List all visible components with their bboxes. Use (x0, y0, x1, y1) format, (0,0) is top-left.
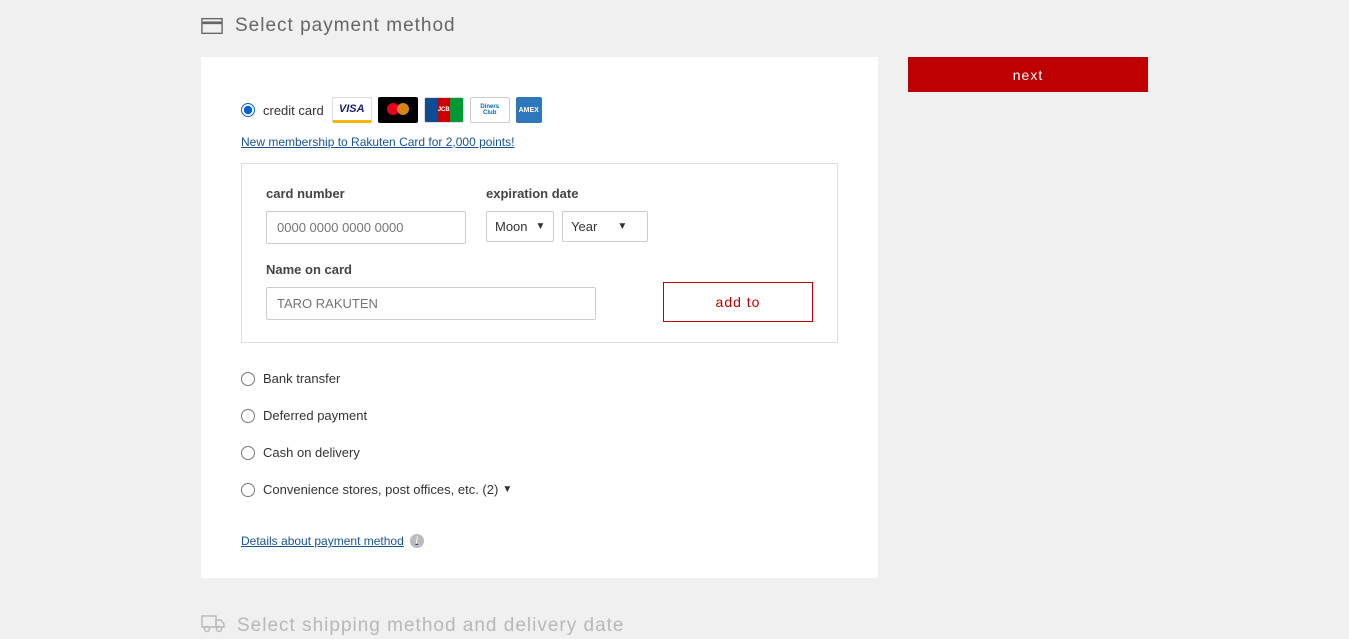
caret-down-icon: ▼ (502, 484, 512, 495)
payment-option-deferred[interactable]: Deferred payment (241, 408, 838, 423)
label-deferred: Deferred payment (263, 408, 367, 423)
truck-icon (201, 613, 225, 639)
promo-link[interactable]: New membership to Rakuten Card for 2,000… (241, 135, 838, 149)
next-button[interactable]: next (908, 57, 1148, 92)
add-to-button[interactable]: add to (663, 282, 813, 322)
label-bank-transfer: Bank transfer (263, 371, 340, 386)
radio-deferred[interactable] (241, 409, 255, 423)
name-on-card-label: Name on card (266, 262, 813, 277)
section-title: Select payment method (235, 15, 456, 37)
card-number-input[interactable] (266, 211, 466, 244)
section-title-2: Select shipping method and delivery date (237, 615, 625, 637)
sidebar: next (908, 57, 1148, 92)
radio-credit-card[interactable] (241, 103, 255, 117)
label-cod: Cash on delivery (263, 445, 360, 460)
payment-option-bank-transfer[interactable]: Bank transfer (241, 371, 838, 386)
amex-icon: AMEX (516, 97, 542, 123)
credit-card-icon (201, 17, 223, 35)
label-credit-card: credit card (263, 103, 324, 118)
payment-option-convenience[interactable]: Convenience stores, post offices, etc. (… (241, 482, 838, 497)
expiration-label: expiration date (486, 186, 652, 201)
chevron-down-icon: ▼ (617, 221, 627, 232)
info-icon: i (410, 534, 424, 548)
radio-cod[interactable] (241, 446, 255, 460)
year-select[interactable]: Year ▼ (562, 211, 648, 242)
payment-panel: credit card VISA JCB DinersClub AMEX New… (201, 57, 878, 578)
month-select[interactable]: Moon ▼ (486, 211, 554, 242)
section-header-shipping: Select shipping method and delivery date (201, 613, 1148, 639)
label-convenience: Convenience stores, post offices, etc. (… (263, 482, 498, 497)
name-on-card-input[interactable] (266, 287, 596, 320)
card-form: card number expiration date Moon ▼ Year (241, 163, 838, 343)
section-header-payment: Select payment method (201, 15, 1148, 37)
jcb-icon: JCB (424, 97, 464, 123)
visa-icon: VISA (332, 97, 372, 123)
chevron-down-icon: ▼ (536, 221, 546, 232)
radio-convenience[interactable] (241, 483, 255, 497)
payment-option-cod[interactable]: Cash on delivery (241, 445, 838, 460)
details-link[interactable]: Details about payment method i (241, 534, 424, 548)
card-logos: VISA JCB DinersClub AMEX (332, 97, 542, 123)
diners-icon: DinersClub (470, 97, 510, 123)
payment-option-credit-card[interactable]: credit card VISA JCB DinersClub AMEX (241, 97, 838, 123)
card-number-label: card number (266, 186, 466, 201)
radio-bank-transfer[interactable] (241, 372, 255, 386)
mastercard-icon (378, 97, 418, 123)
